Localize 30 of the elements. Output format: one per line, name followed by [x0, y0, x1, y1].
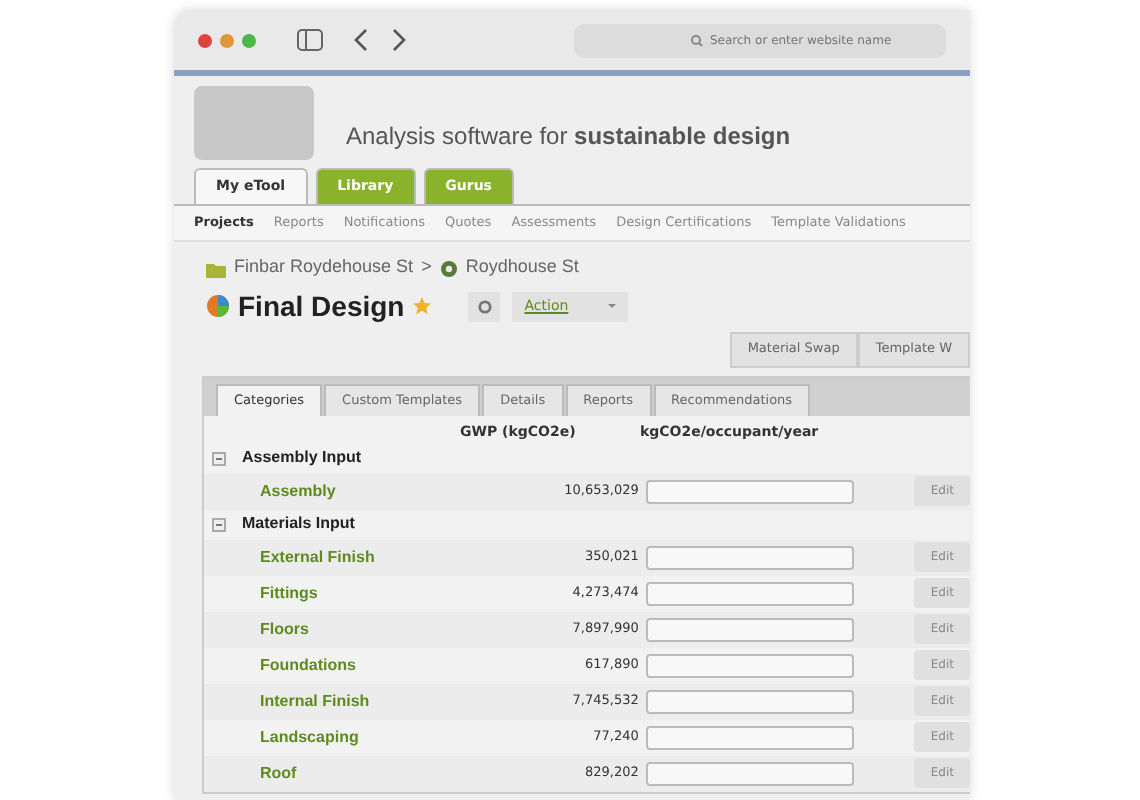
collapse-icon[interactable]: [212, 517, 226, 532]
collapse-icon[interactable]: [212, 451, 226, 466]
logo-placeholder: [194, 86, 314, 160]
design-icon: [206, 294, 230, 319]
star-icon[interactable]: [412, 296, 433, 317]
back-icon[interactable]: [352, 28, 370, 52]
forward-icon[interactable]: [390, 28, 408, 52]
tagline: Analysis software for sustainable design: [346, 120, 791, 154]
breadcrumb-link[interactable]: Finbar Roydehouse St: [234, 254, 414, 282]
window-control-dot[interactable]: [198, 33, 212, 47]
breadcrumb-link[interactable]: Roydhouse St: [465, 254, 579, 282]
page-title: Final Design: [238, 287, 405, 326]
caret-icon: [608, 304, 617, 309]
folder-icon: [206, 259, 226, 277]
category-link[interactable]: External Finish: [204, 545, 468, 570]
sidebar-icon[interactable]: [296, 28, 324, 52]
search-icon: [690, 33, 704, 47]
breadcrumb-separator: >: [421, 254, 432, 281]
category-link[interactable]: Roof: [204, 761, 468, 786]
category-link[interactable]: Assembly: [204, 479, 468, 504]
window-control-dot[interactable]: [220, 33, 234, 47]
window-control-dot[interactable]: [242, 33, 256, 47]
category-link[interactable]: Foundations: [204, 653, 468, 678]
category-link[interactable]: Internal Finish: [204, 689, 468, 714]
category-link[interactable]: Landscaping: [204, 725, 468, 750]
category-link[interactable]: Floors: [204, 617, 468, 642]
group-label: Assembly Input: [242, 446, 362, 471]
settings-button[interactable]: [468, 291, 501, 322]
group-label: Materials Input: [242, 512, 355, 537]
category-link[interactable]: Fittings: [204, 581, 468, 606]
